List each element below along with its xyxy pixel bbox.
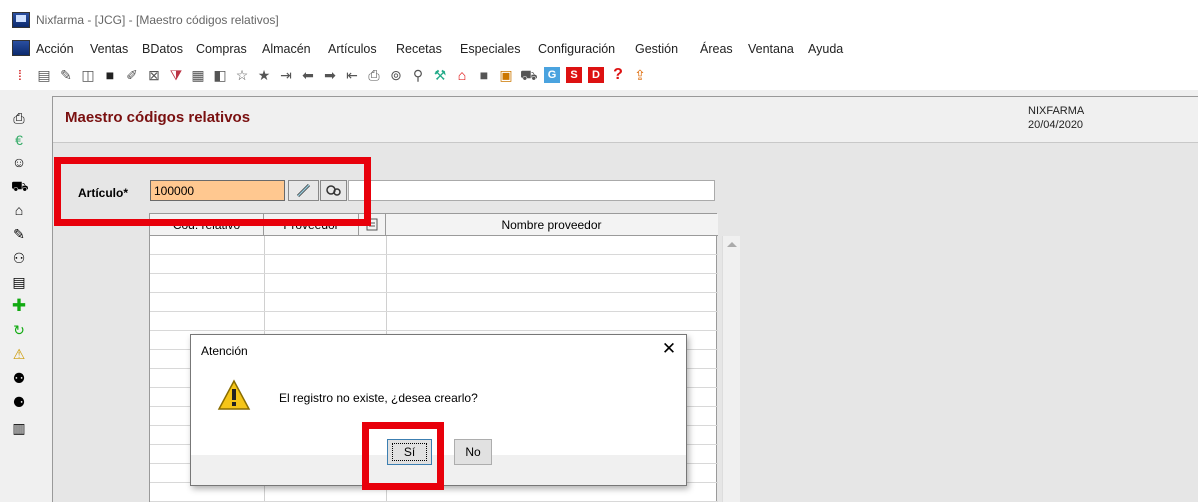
search-article-button[interactable]: [320, 180, 347, 201]
lookup-icon: [366, 218, 378, 231]
company-info: NIXFARMA 20/04/2020: [1028, 104, 1084, 132]
cart-icon[interactable]: ⛟: [11, 178, 29, 194]
close-icon[interactable]: ✕: [659, 339, 679, 359]
table-row[interactable]: [150, 293, 718, 312]
cross-icon[interactable]: ✚: [11, 297, 27, 314]
table-row[interactable]: [150, 274, 718, 293]
users-icon[interactable]: ⚉: [11, 370, 27, 386]
pencil-icon: [296, 183, 311, 198]
filter-icon[interactable]: ⧩: [168, 67, 184, 83]
side-toolbar: ⎙ € ☺ ⛟ ⌂ ✎ ⚇ ▤ ✚ ↻ ⚠ ⚉ ⚈ ▥: [0, 94, 44, 502]
yes-button-label: Sí: [392, 443, 427, 461]
grid-icon[interactable]: ▤: [36, 67, 52, 83]
g-icon[interactable]: G: [544, 67, 560, 83]
warning-icon[interactable]: ⚠: [11, 346, 27, 362]
article-description-field[interactable]: [348, 180, 715, 201]
menu-ayuda[interactable]: Ayuda: [808, 42, 843, 56]
company-name: NIXFARMA: [1028, 105, 1085, 117]
document-header: Maestro códigos relativos NIXFARMA 20/04…: [53, 97, 1198, 143]
home-icon[interactable]: ⌂: [454, 67, 470, 83]
tools-icon[interactable]: ⚒: [432, 67, 448, 83]
search-people-icon: [326, 185, 341, 196]
dialog-titlebar[interactable]: Atención ✕: [191, 335, 686, 365]
app-icon: [12, 12, 30, 28]
col-cod-relativo[interactable]: Cód. relativo: [150, 214, 264, 236]
star-outline-icon[interactable]: ☆: [234, 67, 250, 83]
provider-lookup-button[interactable]: [359, 214, 386, 236]
page-title: Maestro códigos relativos: [65, 109, 251, 126]
pill-icon[interactable]: ✎: [11, 226, 27, 242]
barcode-icon[interactable]: ▥: [11, 420, 27, 436]
upload-icon[interactable]: ⇪: [632, 67, 648, 83]
close-box-icon[interactable]: ⊠: [146, 67, 162, 83]
dialog-body: El registro no existe, ¿desea crearlo?: [191, 365, 686, 455]
archive-icon[interactable]: ◫: [80, 67, 96, 83]
cash-register-icon[interactable]: ▤: [11, 274, 27, 290]
calendar-icon[interactable]: ▦: [190, 67, 206, 83]
edit-icon[interactable]: ✎: [58, 67, 74, 83]
document-window-icon[interactable]: [12, 40, 30, 56]
menu-areas[interactable]: Áreas: [700, 42, 733, 56]
edit-article-button[interactable]: [288, 180, 319, 201]
articulo-input[interactable]: [150, 180, 285, 201]
col-proveedor[interactable]: Proveedor: [264, 214, 359, 236]
menu-bdatos[interactable]: BDatos: [142, 42, 183, 56]
main-toolbar: ⁞ ▤ ✎ ◫ ■ ✐ ⊠ ⧩ ▦ ◧ ☆ ★ ⇥ ⬅ ➡ ⇤ ⎙ ⊚ ⚲ ⚒ …: [0, 60, 1198, 90]
factory-icon[interactable]: ⌂: [11, 202, 27, 218]
confirm-dialog: Atención ✕ El registro no existe, ¿desea…: [190, 334, 687, 486]
menu-almacen[interactable]: Almacén: [262, 42, 311, 56]
menu-especiales[interactable]: Especiales: [460, 42, 520, 56]
printer-icon[interactable]: ⎙: [11, 110, 27, 126]
arrow-left-icon[interactable]: ⬅: [300, 67, 316, 83]
warning-icon: [217, 379, 251, 410]
menu-configuracion[interactable]: Configuración: [538, 42, 615, 56]
person-icon[interactable]: ☺: [11, 154, 27, 170]
table-row[interactable]: [150, 236, 718, 255]
articulo-label: Artículo*: [78, 186, 129, 200]
euro-icon[interactable]: €: [11, 132, 27, 148]
note-icon[interactable]: ✐: [124, 67, 140, 83]
menu-articulos[interactable]: Artículos: [328, 42, 377, 56]
no-button[interactable]: No: [454, 439, 492, 465]
help-icon[interactable]: ?: [610, 67, 626, 83]
window-title: Nixfarma - [JCG] - [Maestro códigos rela…: [36, 13, 279, 27]
import-icon[interactable]: ⇤: [344, 67, 360, 83]
menu-gestion[interactable]: Gestión: [635, 42, 678, 56]
stop-icon[interactable]: ■: [476, 67, 492, 83]
yes-button[interactable]: Sí: [387, 439, 432, 465]
dialog-message: El registro no existe, ¿desea crearlo?: [279, 391, 478, 405]
pin-icon[interactable]: ⚲: [410, 67, 426, 83]
d-icon[interactable]: D: [588, 67, 604, 83]
menu-accion[interactable]: Acción: [36, 42, 74, 56]
grid-header: Cód. relativo Proveedor Nombre proveedor: [150, 214, 718, 236]
star-icon[interactable]: ★: [256, 67, 272, 83]
window-titlebar: Nixfarma - [JCG] - [Maestro códigos rela…: [0, 0, 1198, 38]
group-icon[interactable]: ⚈: [11, 394, 27, 410]
people-icon[interactable]: ⚇: [11, 250, 27, 266]
cart-icon[interactable]: ⛟: [520, 67, 538, 83]
menu-ventas[interactable]: Ventas: [90, 42, 128, 56]
menu-ventana[interactable]: Ventana: [748, 42, 794, 56]
menu-recetas[interactable]: Recetas: [396, 42, 442, 56]
car-icon[interactable]: ■: [102, 67, 118, 83]
table-row[interactable]: [150, 312, 718, 331]
chart-icon[interactable]: ▣: [498, 67, 514, 83]
grid-scrollbar[interactable]: [722, 236, 740, 502]
table-row[interactable]: [150, 255, 718, 274]
current-date: 20/04/2020: [1028, 119, 1084, 131]
arrow-right-icon[interactable]: ➡: [322, 67, 338, 83]
split-icon[interactable]: ◧: [212, 67, 228, 83]
menubar: Acción Ventas BDatos Compras Almacén Art…: [0, 38, 1198, 60]
search-icon[interactable]: ⊚: [388, 67, 404, 83]
export-icon[interactable]: ⇥: [278, 67, 294, 83]
printer-icon[interactable]: ⎙: [366, 67, 382, 83]
col-nombre-proveedor[interactable]: Nombre proveedor: [386, 214, 717, 236]
scroll-up-icon[interactable]: [727, 242, 737, 247]
menu-compras[interactable]: Compras: [196, 42, 247, 56]
s-icon[interactable]: S: [566, 67, 582, 83]
refresh-icon[interactable]: ↻: [11, 322, 27, 338]
dialog-title: Atención: [201, 344, 248, 358]
list-icon[interactable]: ⁞: [12, 67, 28, 83]
